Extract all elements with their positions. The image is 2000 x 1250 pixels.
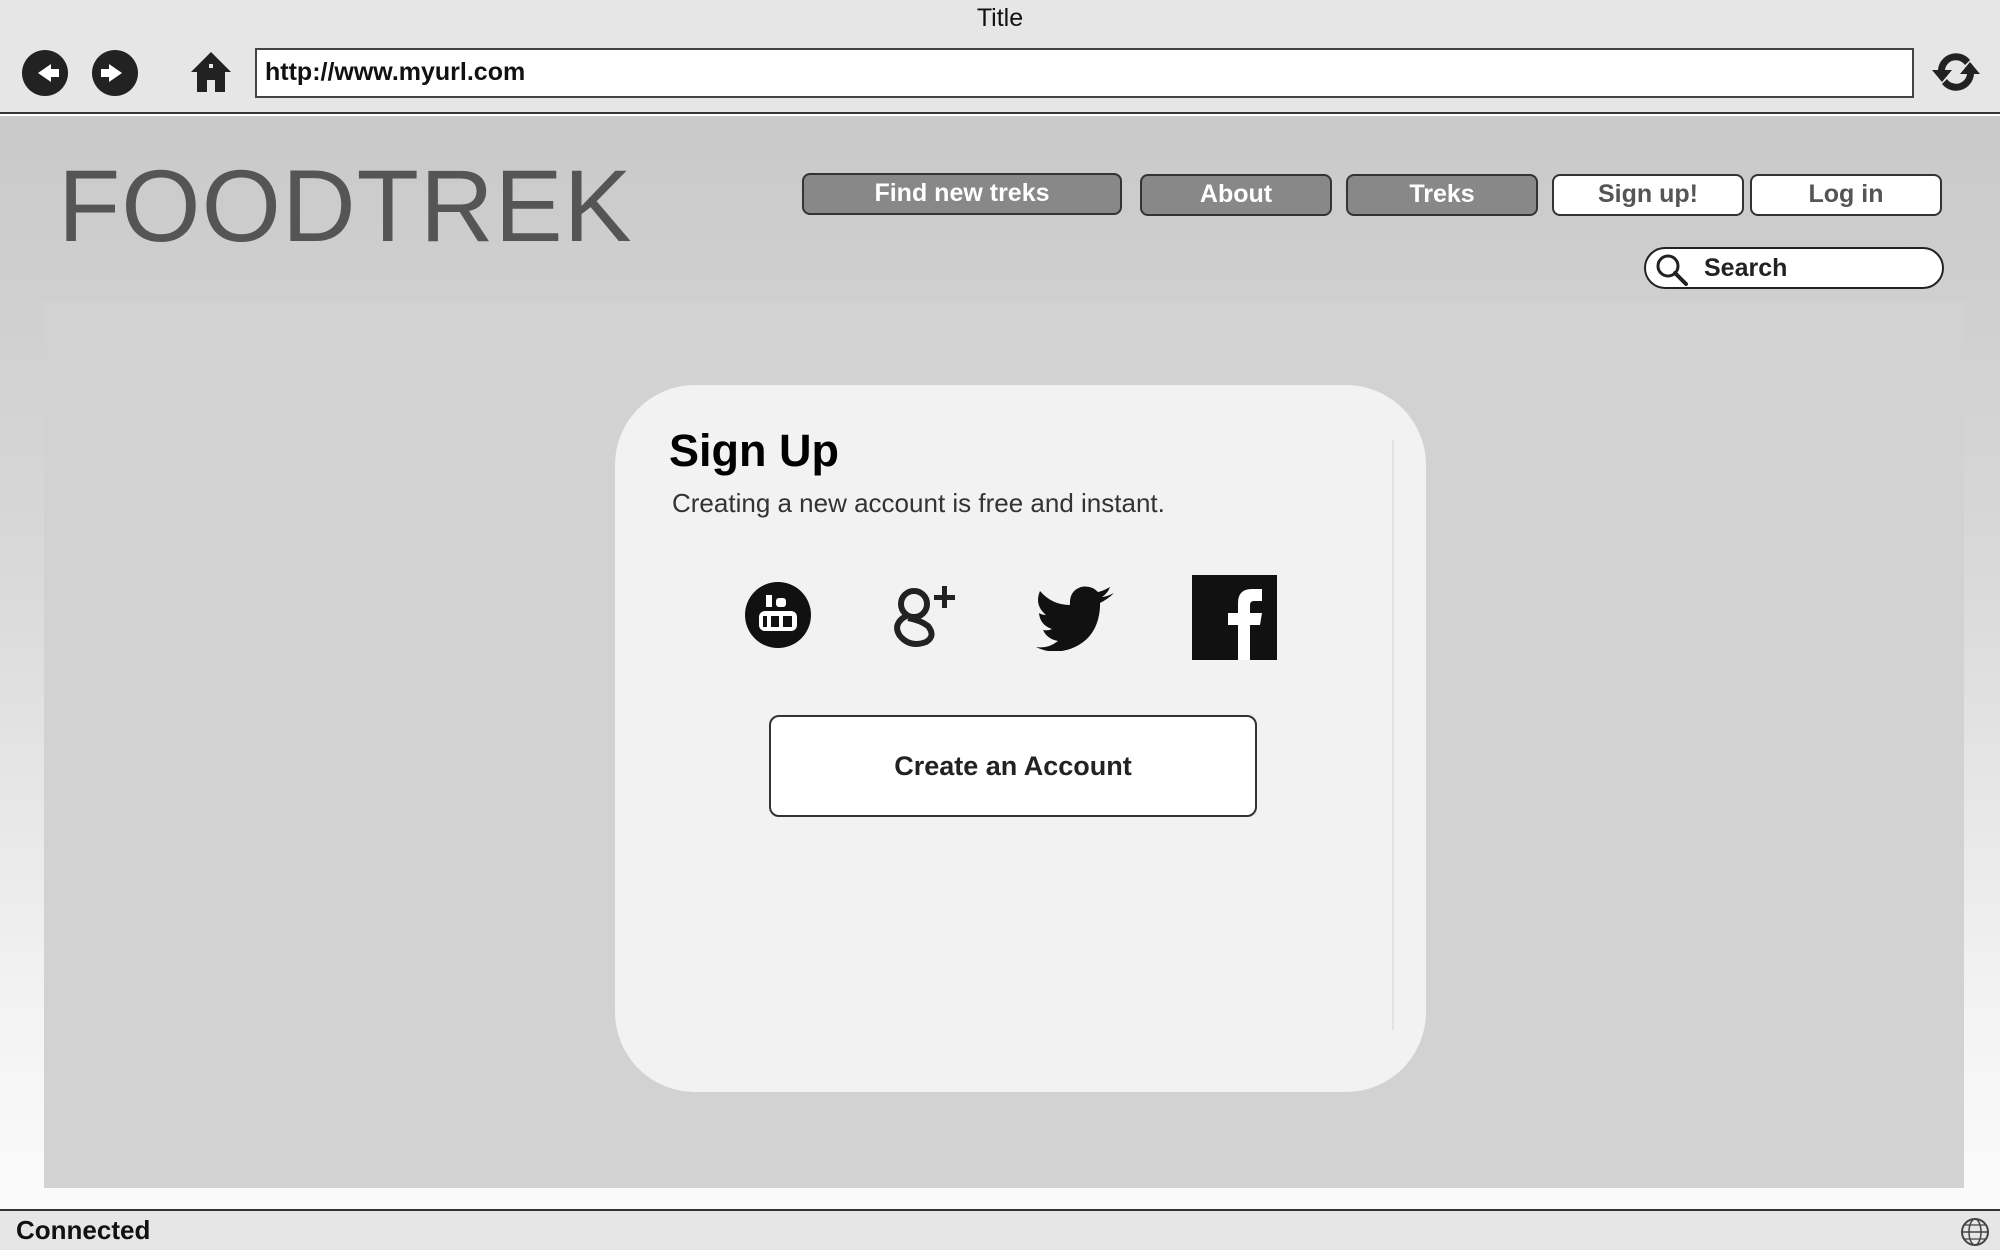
status-text: Connected (16, 1215, 151, 1245)
url-input[interactable]: http://www.myurl.com (255, 48, 1914, 98)
nav-sign-up[interactable]: Sign up! (1552, 174, 1744, 216)
signup-subtitle: Creating a new account is free and insta… (672, 488, 1165, 518)
forward-arrow-icon[interactable] (91, 49, 139, 97)
facebook-icon[interactable] (1192, 575, 1277, 660)
globe-icon (1961, 1218, 1989, 1246)
signup-title: Sign Up (669, 425, 839, 476)
window-title: Title (0, 0, 2000, 36)
browser-toolbar: http://www.myurl.com (0, 36, 2000, 114)
search-label: Search (1704, 254, 1788, 282)
google-plus-icon[interactable] (886, 578, 964, 656)
nav-log-in[interactable]: Log in (1750, 174, 1942, 216)
youtube-icon[interactable] (744, 581, 812, 649)
back-arrow-icon[interactable] (21, 49, 69, 97)
site-logo[interactable]: FOODTREK (58, 148, 633, 265)
search-icon (1656, 254, 1688, 286)
create-account-button[interactable]: Create an Account (769, 715, 1257, 817)
card-divider (1392, 440, 1394, 1030)
nav-find-new-treks[interactable]: Find new treks (802, 173, 1122, 215)
nav-treks[interactable]: Treks (1346, 174, 1538, 216)
status-bar: Connected (0, 1209, 2000, 1250)
home-icon[interactable] (187, 48, 235, 96)
search-input[interactable]: Search (1644, 247, 1944, 289)
nav-about[interactable]: About (1140, 174, 1332, 216)
refresh-icon[interactable] (1930, 44, 1982, 100)
twitter-icon[interactable] (1036, 585, 1116, 651)
